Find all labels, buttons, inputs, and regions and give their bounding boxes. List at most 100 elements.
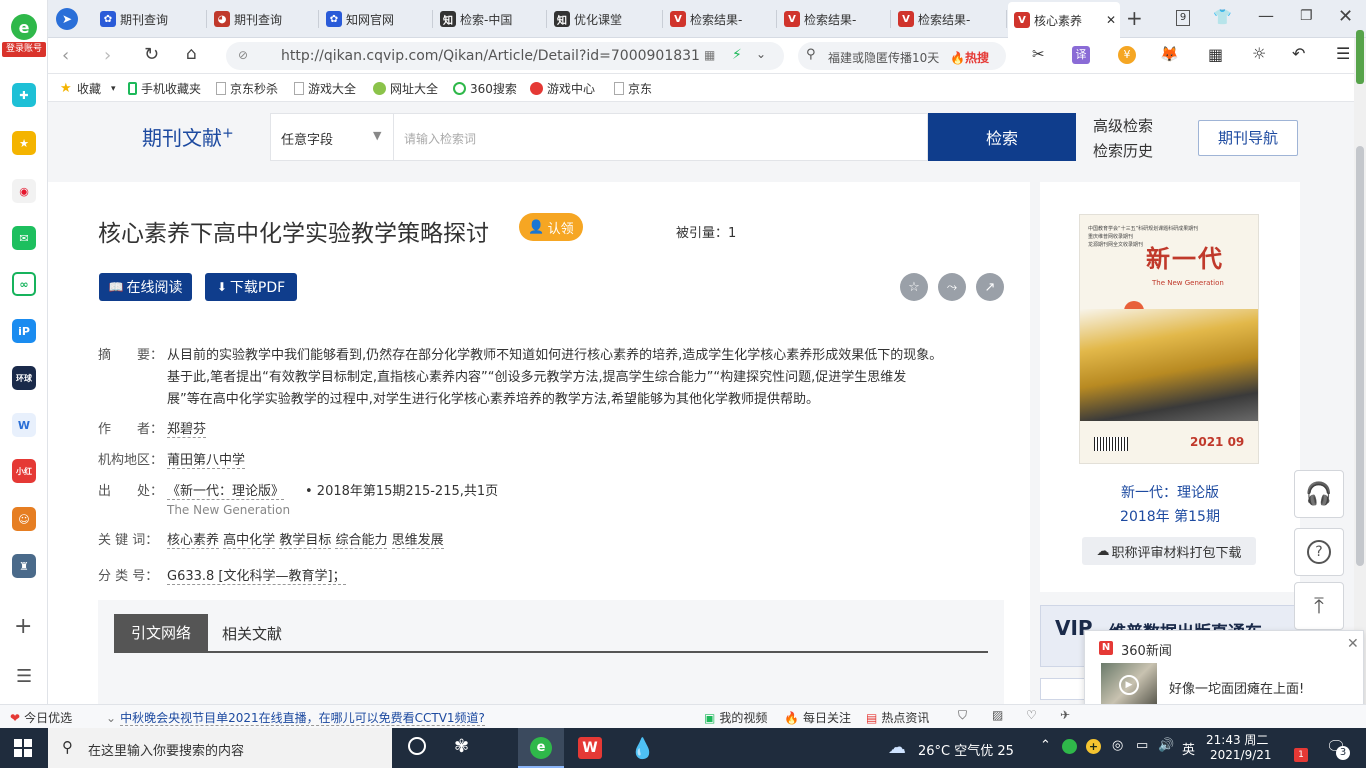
tab-item[interactable]: V 核心素养 ✕ <box>1008 2 1120 38</box>
org-link[interactable]: 莆田第八中学 <box>167 449 246 469</box>
browser-logo-icon[interactable]: e <box>11 14 37 40</box>
bookmark-jd[interactable]: 京东 <box>614 80 652 97</box>
home-icon[interactable]: ⌂ <box>186 44 197 64</box>
tray-badge[interactable]: 1 <box>1294 748 1308 762</box>
ip-app-icon[interactable]: iP <box>12 319 36 343</box>
tab-item[interactable]: V 检索结果- <box>892 4 1000 34</box>
keyword-link[interactable]: 高中化学 <box>223 533 276 549</box>
taskbar-search-box[interactable]: ⚲ 在这里输入你要搜索的内容 <box>48 728 392 768</box>
image-icon[interactable]: ▨ <box>992 708 1003 722</box>
download-pack-button[interactable]: ☁ 职称评审材料打包下载 <box>1082 537 1256 565</box>
scissors-icon[interactable]: ✂ <box>1032 45 1045 63</box>
tab-item[interactable]: ✿ 知网官网 <box>320 4 428 34</box>
keyword-link[interactable]: 思维发展 <box>391 533 444 549</box>
claim-button[interactable]: 👤 认领 <box>519 213 583 241</box>
tab-item[interactable]: V 检索结果- <box>664 4 772 34</box>
tab-item[interactable]: V 检索结果- <box>778 4 886 34</box>
weather-text[interactable]: 26°C 空气优 25 <box>918 740 1014 759</box>
weather-icon[interactable]: ☁ <box>888 737 906 758</box>
bookmark-game-center[interactable]: 游戏中心 <box>530 80 595 97</box>
minimize-icon[interactable]: — <box>1258 6 1274 25</box>
clock-time[interactable]: 21:43 周二 <box>1206 731 1268 748</box>
tab-item[interactable]: ◕ 期刊查询 <box>208 4 316 34</box>
refresh-icon[interactable]: ↻ <box>144 44 159 65</box>
search-input[interactable]: 请输入检索词 <box>394 113 928 161</box>
tray-volume-icon[interactable]: 🔊 <box>1158 738 1174 753</box>
today-picks[interactable]: ❤ 今日优选 <box>10 709 72 726</box>
source-journal-link[interactable]: 《新一代：理论版》 <box>167 480 285 500</box>
news-search-box[interactable]: ⚲ 福建或隐匿传播10天 🔥热搜 <box>798 42 1006 70</box>
news-ticker[interactable]: ⌄ 中秋晚会央视节目单2021在线直播，在哪儿可以免费看CCTV1频道? <box>106 709 485 726</box>
page-scrollbar[interactable] <box>1354 38 1366 704</box>
journal-issue-link[interactable]: 2018年 第15期 <box>1040 506 1300 526</box>
site-logo[interactable]: 期刊文献+ <box>142 122 234 151</box>
read-online-button[interactable]: 📖 在线阅读 <box>99 273 192 301</box>
tray-expand-icon[interactable]: ⌃ <box>1040 738 1051 753</box>
close-window-icon[interactable]: ✕ <box>1338 6 1353 27</box>
download-pdf-button[interactable]: ⬇ 下载PDF <box>205 273 297 301</box>
back-to-top-button[interactable]: ⤒ <box>1294 582 1344 630</box>
close-icon[interactable]: ✕ <box>1347 636 1359 652</box>
task-view-icon[interactable] <box>408 737 426 755</box>
keyword-link[interactable]: 核心素养 <box>167 533 220 549</box>
favorite-star-icon[interactable]: ☆ <box>900 273 928 301</box>
ime-indicator[interactable]: 英 <box>1182 739 1195 758</box>
news-headline[interactable]: 好像一坨面团瘫在上面! <box>1169 678 1304 697</box>
navigate-icon[interactable]: ➤ <box>56 8 78 30</box>
journal-nav-button[interactable]: 期刊导航 <box>1198 120 1298 156</box>
daily-focus[interactable]: 🔥 每日关注 <box>784 709 851 726</box>
mail-icon[interactable]: ✉ <box>12 226 36 250</box>
rocket-icon[interactable]: ✈ <box>1060 708 1070 722</box>
pinwheel-app-icon[interactable]: ✾ <box>454 736 469 757</box>
tab-count-badge[interactable]: 9 <box>1176 10 1190 26</box>
health-icon[interactable]: ♡ <box>1026 708 1037 722</box>
coin-icon[interactable]: ¥ <box>1118 46 1136 64</box>
address-bar[interactable]: ⊘ http://qikan.cqvip.com/Qikan/Article/D… <box>226 42 784 70</box>
school-app-icon[interactable]: 环球 <box>12 366 36 390</box>
help-button[interactable]: ? <box>1294 528 1344 576</box>
browser-taskbar-icon[interactable]: e <box>518 728 564 768</box>
login-badge[interactable]: 登录账号 <box>2 42 46 57</box>
bookmark-jd-seckill[interactable]: 京东秒杀 <box>216 80 278 97</box>
new-tab-icon[interactable]: + <box>1126 6 1143 30</box>
link-app-icon[interactable]: ∞ <box>12 272 36 296</box>
bookmark-favorites[interactable]: ★ 收藏 ▾ <box>60 80 116 97</box>
doc-app-icon[interactable]: W <box>12 413 36 437</box>
external-link-icon[interactable]: ↗ <box>976 273 1004 301</box>
tray-network-icon[interactable]: ▭ <box>1136 738 1148 753</box>
qr-icon[interactable]: ▦ <box>704 48 715 62</box>
url-text[interactable]: http://qikan.cqvip.com/Qikan/Article/Det… <box>281 48 701 64</box>
brightness-icon[interactable]: ☼ <box>1252 44 1266 63</box>
bookmark-games[interactable]: 游戏大全 <box>294 80 356 97</box>
main-menu-icon[interactable]: ☰ <box>1336 44 1350 63</box>
weibo-icon[interactable]: ◉ <box>12 179 36 203</box>
restore-icon[interactable]: ❐ <box>1300 8 1313 24</box>
search-field-select[interactable]: 任意字段 ▼ <box>270 113 394 161</box>
journal-cover[interactable]: 中国教育学会“十三五”科研规划课题科研成果期刊 重庆维普网收录期刊 龙源期刊网全… <box>1079 214 1259 464</box>
security-icon[interactable]: ⊘ <box>238 48 248 62</box>
shield-icon[interactable]: ⛉ <box>958 708 967 723</box>
tab-item[interactable]: 知检索-中国 <box>434 4 542 34</box>
lightning-icon[interactable]: ⚡ <box>732 47 742 63</box>
add-icon[interactable]: + <box>14 614 32 639</box>
apps-grid-icon[interactable]: ▦ <box>1208 45 1223 64</box>
chevron-down-icon[interactable]: ⌄ <box>756 47 766 61</box>
xiaohongshu-icon[interactable]: 小红 <box>12 459 36 483</box>
bookmark-360search[interactable]: 360搜索 <box>453 80 517 97</box>
tab-item[interactable]: 知优化课堂 <box>548 4 656 34</box>
close-tab-icon[interactable]: ✕ <box>1106 13 1116 27</box>
tab-citation-network[interactable]: 引文网络 <box>114 614 208 652</box>
class-link[interactable]: G633.8 [文化科学—教育学]； <box>167 565 346 585</box>
advanced-search-link[interactable]: 高级检索 <box>1093 115 1153 136</box>
tray-360-icon[interactable] <box>1062 739 1077 754</box>
bookmark-mobile[interactable]: 手机收藏夹 <box>128 80 201 97</box>
fox-icon[interactable]: 🦊 <box>1160 45 1179 63</box>
menu-icon[interactable]: ☰ <box>16 666 32 687</box>
bookmark-sites[interactable]: 网址大全 <box>373 80 438 97</box>
drop-app-icon[interactable]: 💧 <box>630 736 655 760</box>
scroll-thumb[interactable] <box>1356 146 1364 566</box>
author-link[interactable]: 郑碧芬 <box>167 418 207 438</box>
journal-name-link[interactable]: 新一代：理论版 <box>1040 482 1300 502</box>
keyword-link[interactable]: 综合能力 <box>335 533 388 549</box>
customer-service-button[interactable]: 🎧 <box>1294 470 1344 518</box>
